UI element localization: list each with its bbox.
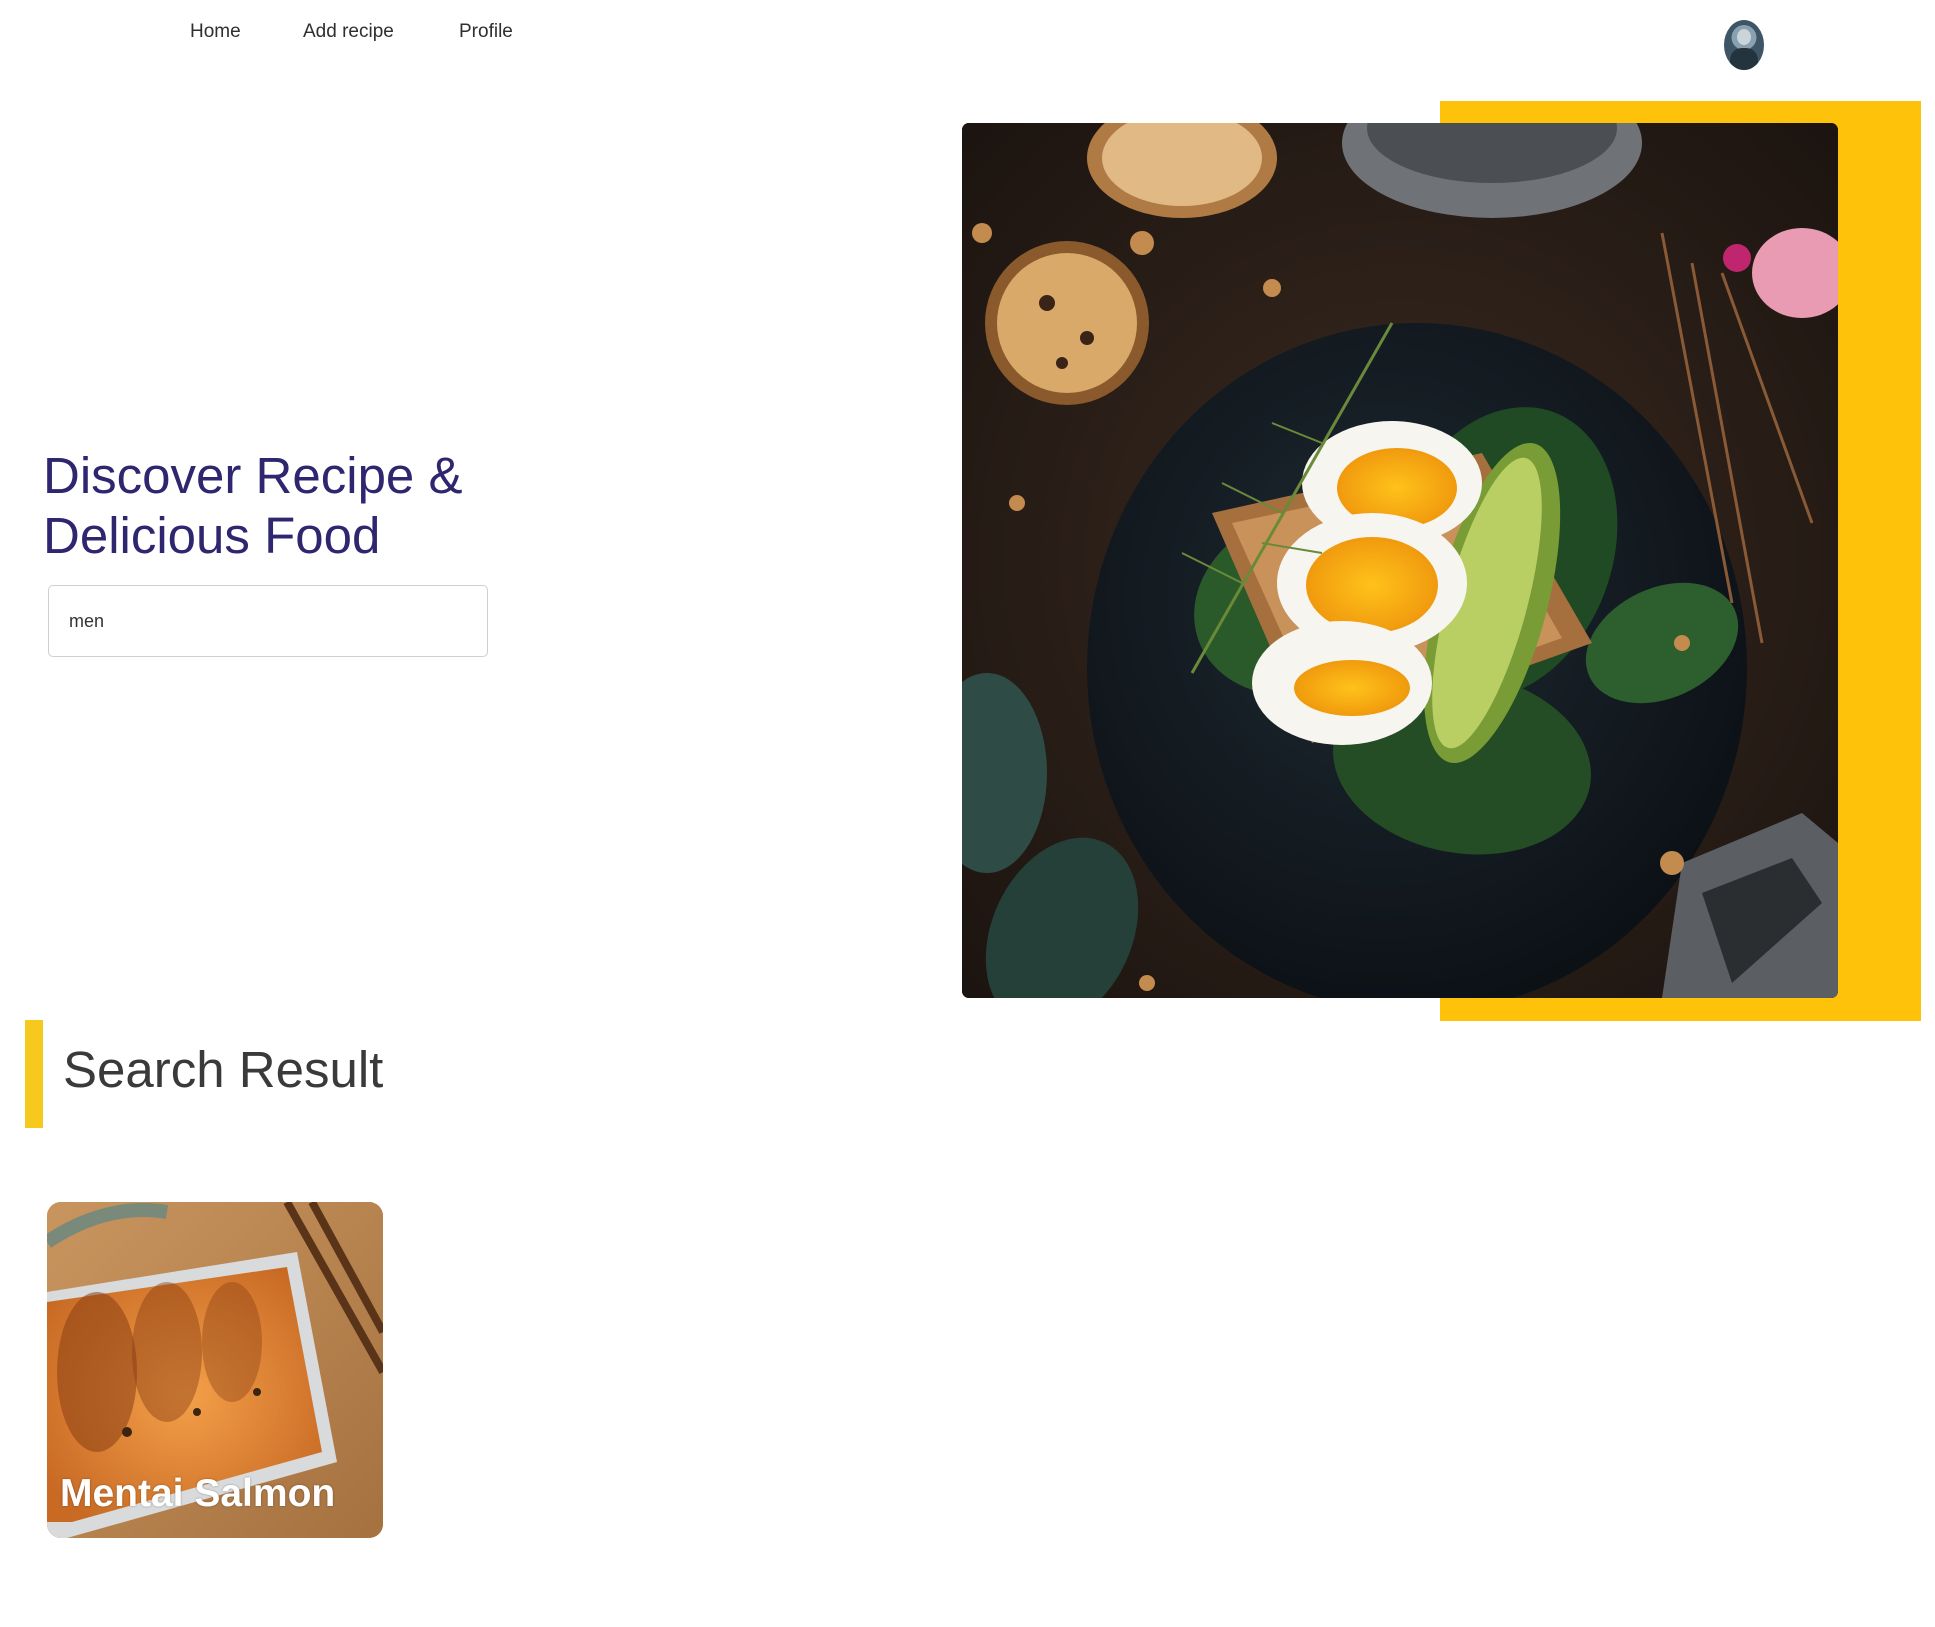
recipe-card[interactable]: Mentai Salmon bbox=[47, 1202, 383, 1538]
top-navbar: Home Add recipe Profile bbox=[0, 0, 1935, 70]
avatar-body bbox=[1730, 48, 1758, 70]
hero-food-image bbox=[962, 123, 1838, 998]
user-avatar[interactable] bbox=[1724, 20, 1764, 70]
recipe-search-input[interactable] bbox=[48, 585, 488, 657]
search-result-heading: Search Result bbox=[63, 1041, 384, 1098]
nav-profile-link[interactable]: Profile bbox=[459, 21, 513, 43]
recipe-card-title: Mentai Salmon bbox=[60, 1472, 336, 1515]
hero-title: Discover Recipe & Delicious Food bbox=[43, 447, 463, 564]
nav-home-link[interactable]: Home bbox=[190, 21, 241, 43]
section-accent-bar bbox=[25, 1020, 43, 1128]
nav-add-recipe-link[interactable]: Add recipe bbox=[303, 21, 394, 43]
avatar-head bbox=[1737, 29, 1751, 45]
